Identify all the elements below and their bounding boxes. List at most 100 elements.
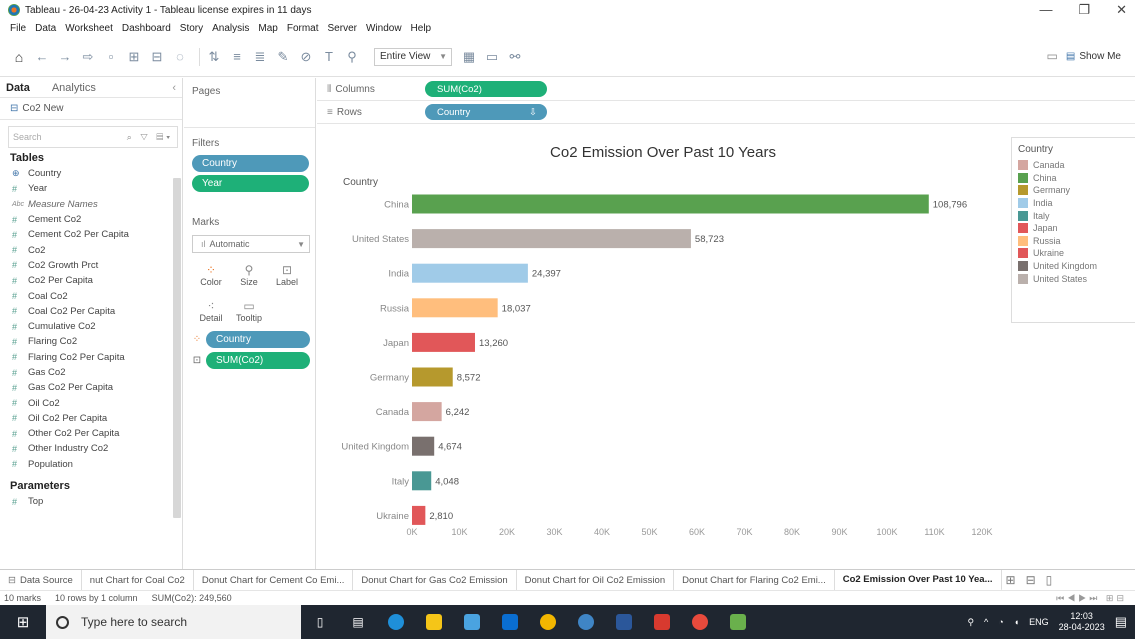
mic-icon[interactable]: ▯ — [301, 605, 339, 639]
tableau-taskbar-icon[interactable] — [567, 605, 605, 639]
new-worksheet-icon[interactable]: ⊞ — [1006, 573, 1016, 587]
show-cards-icon[interactable]: ▦ — [460, 48, 478, 66]
word-icon[interactable] — [605, 605, 643, 639]
field-item[interactable]: # Oil Co2 Per Capita — [0, 411, 182, 426]
sort-desc-icon[interactable]: ≣ — [251, 48, 269, 66]
field-item[interactable]: # Flaring Co2 Per Capita — [0, 350, 182, 365]
tray-chevron-icon[interactable]: ^ — [984, 617, 988, 627]
detail-button[interactable]: ⁖ Detail — [194, 295, 228, 327]
task-view-icon[interactable]: ▤ — [339, 605, 377, 639]
columns-pill-sum-co2[interactable]: SUM(Co2) — [425, 81, 547, 97]
explorer-icon[interactable] — [453, 605, 491, 639]
color-button[interactable]: ⁘ Color — [194, 259, 228, 291]
filter-pill-year[interactable]: Year — [192, 175, 309, 192]
menu-worksheet[interactable]: Worksheet — [65, 23, 113, 34]
minimize-button[interactable]: — — [1039, 2, 1052, 18]
marks-pill-country[interactable]: Country — [206, 331, 310, 348]
legend-item[interactable]: United Kingdom — [1012, 260, 1135, 273]
chrome-alt-icon[interactable] — [681, 605, 719, 639]
collapse-pane-icon[interactable]: ‹ — [172, 82, 176, 94]
legend-item[interactable]: Italy — [1012, 209, 1135, 222]
windows-start-icon[interactable]: ⊞ — [0, 605, 46, 639]
home-icon[interactable]: ⌂ — [10, 48, 28, 66]
field-item[interactable]: # Coal Co2 Per Capita — [0, 304, 182, 319]
person-icon[interactable]: ⚲ — [967, 617, 974, 628]
menu-map[interactable]: Map — [258, 23, 277, 34]
size-button[interactable]: ⚲ Size — [232, 259, 266, 291]
datasource-item[interactable]: ⊟ Co2 New — [0, 98, 182, 120]
rows-pill-country[interactable]: Country ⇩ — [425, 104, 547, 120]
pages-card[interactable]: Pages — [184, 78, 315, 128]
tab-data[interactable]: Data — [6, 82, 30, 94]
field-item[interactable]: # Gas Co2 Per Capita — [0, 380, 182, 395]
field-item[interactable]: # Flaring Co2 — [0, 334, 182, 349]
tab-sheet-active[interactable]: Co2 Emission Over Past 10 Yea... — [834, 570, 1002, 590]
chrome-icon[interactable] — [529, 605, 567, 639]
label-button[interactable]: ⊡ Label — [270, 259, 304, 291]
show-me-button[interactable]: ▤ Show Me — [1066, 51, 1121, 62]
edge-icon[interactable] — [377, 605, 415, 639]
app-icon[interactable] — [719, 605, 757, 639]
presentation-icon[interactable]: ▭ — [483, 48, 501, 66]
marks-pill-sum-co2[interactable]: SUM(Co2) — [206, 352, 310, 369]
undo-icon[interactable]: ← — [33, 48, 51, 66]
language-indicator[interactable]: ENG — [1029, 617, 1049, 627]
highlight-icon[interactable]: ✎ — [274, 48, 292, 66]
tab-sheet[interactable]: Donut Chart for Oil Co2 Emission — [517, 570, 675, 590]
field-item[interactable]: # Co2 Growth Prct — [0, 258, 182, 273]
new-worksheet-icon[interactable]: ⊟ — [148, 48, 166, 66]
swap-icon[interactable]: ⇅ — [205, 48, 223, 66]
new-dashboard-icon[interactable]: ⊟ — [1026, 573, 1036, 587]
legend-item[interactable]: Canada — [1012, 159, 1135, 172]
field-item[interactable]: ⊕ Country — [0, 166, 182, 181]
pause-updates-icon[interactable]: ◌ — [171, 48, 189, 66]
redo-icon[interactable]: → — [56, 48, 74, 66]
rows-shelf[interactable]: ≡ Rows Country ⇩ — [317, 101, 1135, 124]
sort-asc-icon[interactable]: ≡ — [228, 48, 246, 66]
menu-dashboard[interactable]: Dashboard — [122, 23, 171, 34]
menu-data[interactable]: Data — [35, 23, 56, 34]
tab-sheet[interactable]: Donut Chart for Gas Co2 Emission — [353, 570, 517, 590]
sheet-nav-icons[interactable]: ⏮◀▶⏭ ⊞⊟ — [1056, 593, 1127, 604]
mail-icon[interactable] — [491, 605, 529, 639]
field-list-scrollbar[interactable] — [173, 178, 181, 518]
tab-analytics[interactable]: Analytics — [52, 82, 96, 94]
menu-format[interactable]: Format — [287, 23, 319, 34]
menu-server[interactable]: Server — [328, 23, 357, 34]
legend-item[interactable]: Russia — [1012, 235, 1135, 248]
field-item[interactable]: # Population — [0, 457, 182, 472]
tab-sheet[interactable]: nut Chart for Coal Co2 — [82, 570, 194, 590]
labels-icon[interactable]: T — [320, 48, 338, 66]
close-button[interactable]: ✕ — [1116, 2, 1127, 18]
menu-story[interactable]: Story — [180, 23, 203, 34]
clock[interactable]: 12:03 28-04-2023 — [1059, 611, 1105, 633]
field-item[interactable]: # Gas Co2 — [0, 365, 182, 380]
taskbar-search-input[interactable]: Type here to search — [46, 605, 301, 639]
store-icon[interactable] — [415, 605, 453, 639]
share-icon[interactable]: ⚯ — [506, 48, 524, 66]
menu-analysis[interactable]: Analysis — [212, 23, 249, 34]
columns-shelf[interactable]: ⦀ Columns SUM(Co2) — [317, 78, 1135, 101]
field-item[interactable]: # Cement Co2 Per Capita — [0, 227, 182, 242]
save-icon[interactable]: ▫ — [102, 48, 120, 66]
fix-axes-icon[interactable]: ⚲ — [343, 48, 361, 66]
field-item[interactable]: # Cumulative Co2 — [0, 319, 182, 334]
replay-icon[interactable]: ⇨ — [79, 48, 97, 66]
menu-window[interactable]: Window — [366, 23, 402, 34]
network-icon[interactable]: ◔ — [998, 617, 1003, 627]
field-item[interactable]: Abc Measure Names — [0, 197, 182, 212]
legend-item[interactable]: India — [1012, 197, 1135, 210]
field-item[interactable]: # Year — [0, 181, 182, 196]
legend-item[interactable]: Japan — [1012, 222, 1135, 235]
view-fit-select[interactable]: Entire View ▼ — [374, 47, 452, 66]
field-item[interactable]: # Coal Co2 — [0, 288, 182, 303]
legend-item[interactable]: Germany — [1012, 184, 1135, 197]
field-item[interactable]: # Other Co2 Per Capita — [0, 426, 182, 441]
field-item[interactable]: # Other Industry Co2 — [0, 441, 182, 456]
new-story-icon[interactable]: ▯ — [1046, 573, 1053, 587]
tooltip-button[interactable]: ▭ Tooltip — [232, 295, 266, 327]
field-item[interactable]: # Oil Co2 — [0, 395, 182, 410]
search-filter-icons[interactable]: ⌕ ▽ ▤▾ — [127, 132, 173, 143]
notification-icon[interactable]: ▤ — [1115, 614, 1127, 630]
tab-sheet[interactable]: Donut Chart for Flaring Co2 Emi... — [674, 570, 835, 590]
